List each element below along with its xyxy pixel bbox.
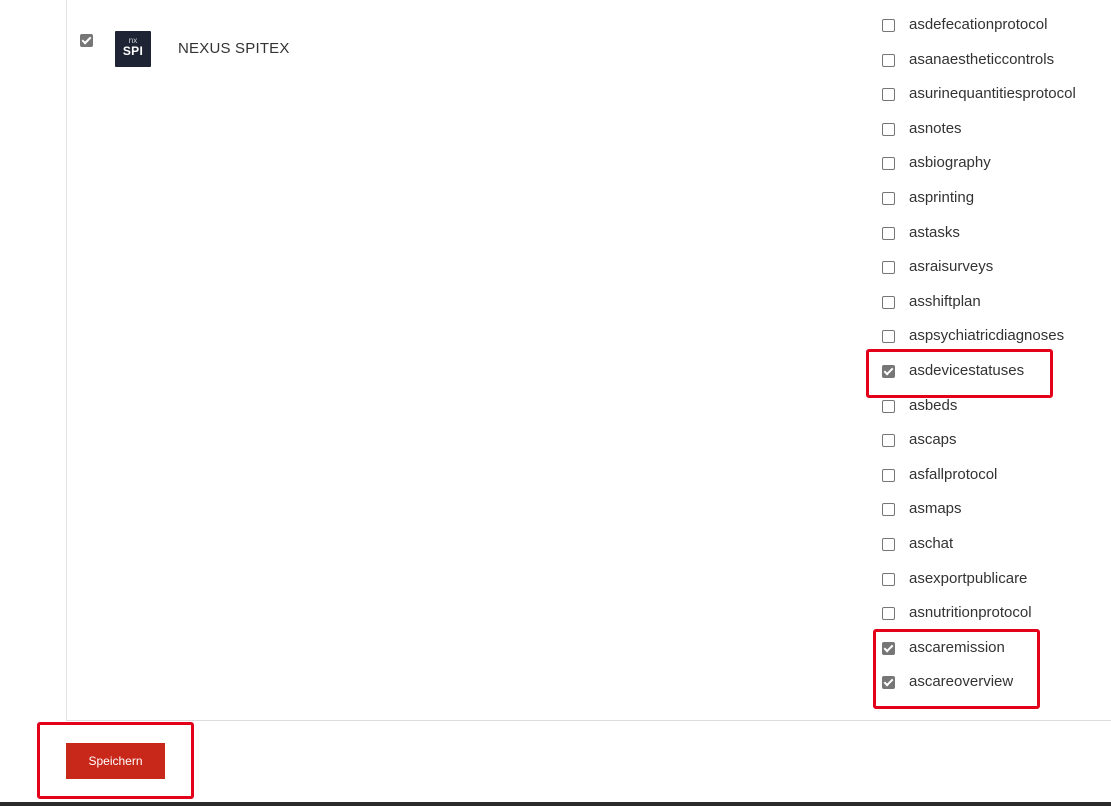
- module-checkbox[interactable]: [882, 365, 895, 378]
- module-label: asurinequantitiesprotocol: [909, 85, 1076, 103]
- module-checkbox[interactable]: [882, 88, 895, 102]
- module-label: asbiography: [909, 154, 991, 172]
- module-item[interactable]: asfallprotocol: [881, 459, 1111, 493]
- module-item[interactable]: asprinting: [881, 182, 1111, 216]
- module-checkbox[interactable]: [882, 572, 895, 586]
- module-label: asraisurveys: [909, 258, 994, 276]
- module-item[interactable]: astasks: [881, 217, 1111, 251]
- module-label: asexportpublicare: [909, 569, 1028, 587]
- window-bottom-bar: [0, 802, 1111, 806]
- module-checkbox[interactable]: [882, 192, 895, 205]
- module-item[interactable]: asraisurveys: [881, 251, 1111, 285]
- module-checkbox[interactable]: [882, 676, 895, 690]
- module-checkbox[interactable]: [882, 434, 895, 448]
- module-label: asnutritionprotocol: [909, 604, 1032, 622]
- module-label: asdevicestatuses: [909, 362, 1025, 379]
- app-logo-big-text: SPI: [122, 44, 144, 58]
- module-checkbox[interactable]: [882, 538, 895, 551]
- module-checkbox[interactable]: [882, 330, 895, 344]
- module-item[interactable]: ascareoverview: [881, 666, 1111, 700]
- module-checkbox[interactable]: [882, 157, 895, 171]
- module-item[interactable]: asmaps: [881, 493, 1111, 527]
- module-item[interactable]: asbiography: [881, 147, 1111, 181]
- module-item[interactable]: asurinequantitiesprotocol: [881, 78, 1111, 112]
- module-item[interactable]: asdevicestatuses: [881, 355, 1111, 389]
- module-checkbox[interactable]: [882, 19, 895, 32]
- app-logo-small-text: nx: [128, 36, 138, 45]
- module-item[interactable]: aspsychiatricdiagnoses: [881, 320, 1111, 354]
- module-label: asbeds: [909, 396, 958, 414]
- app-logo: nx SPI: [115, 31, 151, 67]
- app-name: NEXUS SPITEX: [178, 40, 290, 57]
- page: nx SPI NEXUS SPITEX asdefecationprotocol…: [0, 0, 1111, 806]
- module-item[interactable]: asdefecationprotocol: [881, 9, 1111, 43]
- module-checkbox[interactable]: [882, 53, 895, 67]
- module-item[interactable]: ascaremission: [881, 632, 1111, 666]
- module-label: asnotes: [909, 119, 962, 137]
- module-checkbox[interactable]: [882, 226, 895, 240]
- module-label: astasks: [909, 223, 960, 241]
- module-item[interactable]: asexportpublicare: [881, 563, 1111, 597]
- module-label: asmaps: [909, 500, 962, 518]
- module-checkbox[interactable]: [882, 295, 895, 309]
- module-label: asdefecationprotocol: [909, 16, 1048, 33]
- content-left-border: [66, 0, 67, 720]
- module-checkbox[interactable]: [882, 503, 895, 517]
- module-item[interactable]: asbeds: [881, 390, 1111, 424]
- module-item[interactable]: asanaestheticcontrols: [881, 44, 1111, 78]
- module-label: asfallprotocol: [909, 465, 998, 483]
- footer-divider: [66, 720, 1111, 721]
- app-checkbox[interactable]: [80, 34, 93, 47]
- module-item[interactable]: asnutritionprotocol: [881, 597, 1111, 631]
- module-label: ascaps: [909, 431, 957, 449]
- module-item[interactable]: asshiftplan: [881, 286, 1111, 320]
- module-checkbox[interactable]: [882, 122, 895, 136]
- module-label: ascareoverview: [909, 673, 1014, 691]
- module-checkbox[interactable]: [882, 399, 895, 413]
- module-label: ascaremission: [909, 638, 1005, 656]
- module-label: aschat: [909, 535, 954, 552]
- module-item[interactable]: ascaps: [881, 424, 1111, 458]
- module-checkbox[interactable]: [882, 641, 895, 655]
- module-item[interactable]: aschat: [881, 528, 1111, 562]
- module-checkbox[interactable]: [882, 468, 895, 482]
- module-label: asanaestheticcontrols: [909, 50, 1055, 68]
- module-label: aspsychiatricdiagnoses: [909, 327, 1065, 345]
- module-label: asshiftplan: [909, 292, 981, 310]
- module-item[interactable]: asnotes: [881, 113, 1111, 147]
- module-checkbox[interactable]: [882, 607, 895, 621]
- module-checkbox[interactable]: [882, 261, 895, 275]
- module-label: asprinting: [909, 189, 975, 206]
- save-button[interactable]: Speichern: [66, 743, 165, 779]
